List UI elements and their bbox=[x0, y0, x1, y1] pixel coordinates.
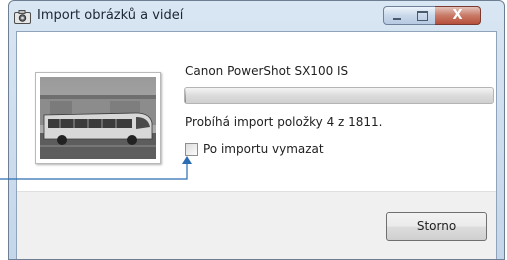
delete-after-import-checkbox[interactable] bbox=[185, 143, 198, 156]
title-bar[interactable]: Import obrázků a videí X bbox=[9, 1, 504, 31]
import-progress-bar bbox=[184, 87, 494, 104]
import-dialog-window: Import obrázků a videí X Canon PowerShot… bbox=[8, 0, 505, 260]
maximize-icon bbox=[417, 11, 428, 21]
close-button[interactable]: X bbox=[435, 6, 481, 25]
window-title: Import obrázků a videí bbox=[37, 8, 184, 23]
delete-after-import-label[interactable]: Po importu vymazat bbox=[203, 142, 324, 156]
minimize-icon bbox=[393, 18, 401, 20]
dialog-content: Canon PowerShot SX100 IS Probíhá import … bbox=[16, 31, 497, 259]
bus-photo-image bbox=[40, 77, 156, 159]
close-icon: X bbox=[452, 8, 463, 23]
photo-thumbnail bbox=[35, 72, 161, 164]
cancel-button[interactable]: Storno bbox=[386, 212, 487, 241]
device-name: Canon PowerShot SX100 IS bbox=[185, 64, 349, 78]
maximize-button[interactable] bbox=[409, 6, 436, 25]
camera-import-icon bbox=[14, 10, 31, 24]
minimize-button[interactable] bbox=[383, 6, 410, 25]
import-status-text: Probíhá import položky 4 z 1811. bbox=[185, 115, 383, 129]
progress-fill bbox=[185, 88, 186, 103]
